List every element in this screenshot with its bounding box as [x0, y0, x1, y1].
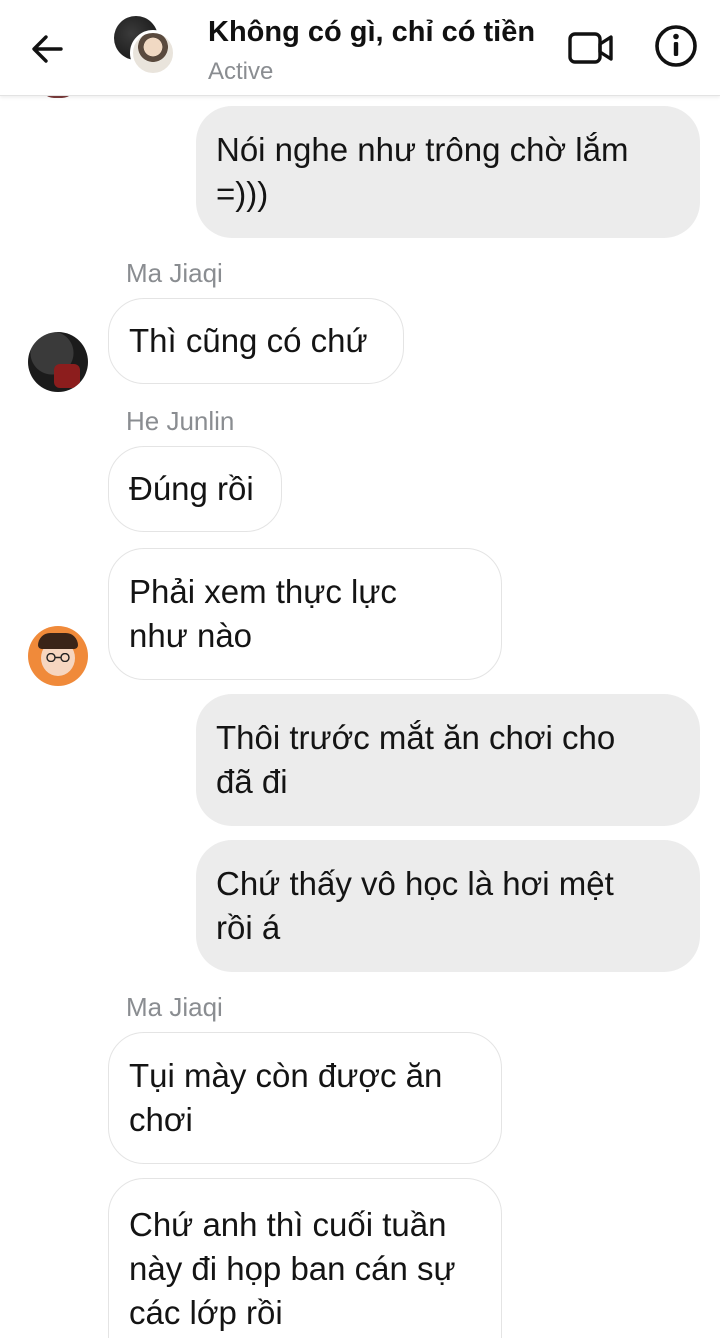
message-line: Thôi trước mắt ăn chơi cho: [216, 719, 616, 756]
group-avatar-front: [130, 30, 176, 76]
message-line: Đúng rồi: [129, 470, 254, 507]
message-bubble-incoming[interactable]: Phải xem thực lực như nào: [108, 548, 502, 680]
message-bubble-incoming[interactable]: Thì cũng có chứ: [108, 298, 404, 384]
message-line: chơi: [129, 1101, 193, 1138]
message-line: như nào: [129, 617, 253, 654]
avatar-ma-jiaqi[interactable]: [28, 332, 88, 392]
info-icon: [655, 25, 697, 67]
arrow-left-icon: [32, 35, 63, 63]
glasses-icon: [46, 653, 70, 662]
video-camera-icon: [568, 32, 613, 64]
message-line: Chứ thấy vô học là hơi mệt: [216, 865, 614, 902]
conversation-title[interactable]: Không có gì, chỉ có tiền: [208, 16, 535, 49]
chat-header: Không có gì, chỉ có tiền Active: [0, 0, 720, 96]
message-bubble-outgoing[interactable]: Thôi trước mắt ăn chơi cho đã đi: [196, 694, 700, 826]
message-bubble-incoming[interactable]: Tụi mày còn được ăn chơi: [108, 1032, 502, 1164]
active-status: Active: [208, 58, 274, 85]
group-avatar[interactable]: [114, 16, 178, 80]
message-line: rồi á: [216, 909, 281, 946]
message-line: Phải xem thực lực: [129, 573, 397, 610]
message-bubble-incoming[interactable]: Đúng rồi: [108, 446, 282, 532]
sender-name: Ma Jiaqi: [126, 258, 223, 288]
message-line: các lớp rồi: [129, 1294, 283, 1331]
message-line: =))): [216, 175, 269, 212]
message-line: Nói nghe như trông chờ lắm: [216, 131, 629, 168]
message-bubble-incoming[interactable]: Chứ anh thì cuối tuần này đi họp ban cán…: [108, 1178, 502, 1338]
info-button[interactable]: [652, 22, 700, 70]
message-line: Thì cũng có chứ: [129, 322, 368, 359]
back-button[interactable]: [24, 26, 70, 72]
video-call-button[interactable]: [566, 26, 616, 70]
avatar-he-junlin[interactable]: [28, 626, 88, 686]
sender-name: He Junlin: [126, 406, 235, 436]
message-bubble-outgoing[interactable]: Chứ thấy vô học là hơi mệt rồi á: [196, 840, 700, 972]
sender-name: Ma Jiaqi: [126, 992, 223, 1022]
message-line: Tụi mày còn được ăn: [129, 1057, 443, 1094]
chat-screen: Không có gì, chỉ có tiền Active Nói nghe…: [0, 0, 720, 1338]
message-bubble-outgoing[interactable]: Nói nghe như trông chờ lắm =))): [196, 106, 700, 238]
message-line: Chứ anh thì cuối tuần: [129, 1206, 447, 1243]
message-line: này đi họp ban cán sự: [129, 1250, 456, 1287]
message-line: đã đi: [216, 763, 288, 800]
